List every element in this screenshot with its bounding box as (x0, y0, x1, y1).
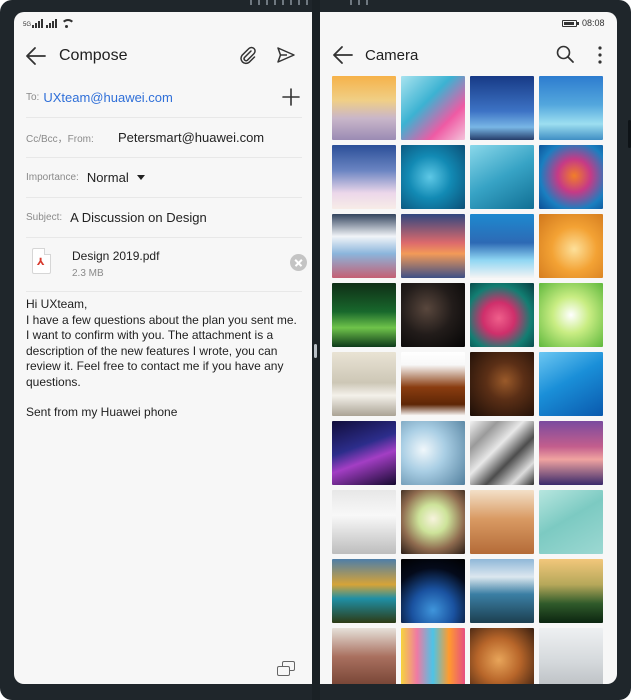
water-ripple-photo[interactable] (401, 421, 465, 485)
more-options-icon[interactable] (592, 44, 608, 66)
white-orchid-photo[interactable] (332, 490, 396, 554)
to-label: To: (26, 92, 40, 103)
subject-field[interactable]: Subject: A Discussion on Design (26, 198, 302, 238)
to-field[interactable]: To: UXteam@huawei.com (26, 78, 302, 118)
wifi-icon (60, 18, 76, 28)
green-leaves-photo[interactable] (332, 283, 396, 347)
sunset-coast-photo[interactable] (401, 214, 465, 278)
purple-streak-photo[interactable] (332, 421, 396, 485)
importance-field[interactable]: Importance: Normal (26, 158, 302, 198)
ccbcc-from-label: Cc/Bcc，From: (26, 134, 94, 145)
multi-window-icon[interactable] (277, 661, 297, 679)
hinge-edge-mark (258, 0, 260, 5)
hinge-edge-mark (306, 0, 308, 5)
hinge-edge-mark (350, 0, 352, 5)
hinge-edge-mark (290, 0, 292, 5)
compose-app-bar: Compose (14, 36, 312, 76)
hinge-edge-mark (266, 0, 268, 5)
from-address[interactable]: Petersmart@huawei.com (118, 130, 264, 145)
tea-cup-photo[interactable] (470, 490, 534, 554)
pink-flowers-photo[interactable] (470, 283, 534, 347)
body-paragraph: I have a few questions about the plan yo… (26, 312, 297, 389)
remove-attachment-icon[interactable] (290, 254, 307, 271)
hinge-edge-mark (274, 0, 276, 5)
status-time: 08:08 (582, 18, 605, 28)
pink-ice-photo[interactable] (401, 76, 465, 140)
add-recipient-icon[interactable] (280, 86, 302, 108)
pool-water-photo[interactable] (539, 490, 603, 554)
to-recipient[interactable]: UXteam@huawei.com (43, 90, 173, 105)
network-label: 5G (23, 22, 32, 28)
snowy-branches-photo[interactable] (539, 628, 603, 684)
send-icon[interactable] (275, 44, 297, 66)
signature-line: Sent from my Huawei phone (26, 405, 178, 419)
mountain-lake-photo[interactable] (332, 214, 396, 278)
greeting-line: Hi UXteam, (26, 297, 88, 311)
attachment-size: 2.3 MB (72, 268, 104, 279)
dark-portrait-photo[interactable] (401, 283, 465, 347)
hinge-edge-mark (298, 0, 300, 5)
golden-petals-photo[interactable] (539, 214, 603, 278)
smoke-splash-photo[interactable] (539, 145, 603, 209)
subject-input[interactable]: A Discussion on Design (70, 210, 207, 225)
compose-title: Compose (59, 47, 128, 64)
search-icon[interactable] (555, 44, 575, 64)
message-body[interactable]: Hi UXteam, I have a few questions about … (26, 297, 302, 421)
status-bar: 5G (14, 12, 312, 36)
bread-photo[interactable] (470, 628, 534, 684)
ccbcc-from-field[interactable]: Cc/Bcc，From: Petersmart@huawei.com (26, 118, 302, 158)
dropdown-caret-icon[interactable] (136, 175, 145, 180)
hinge-edge-mark (366, 0, 368, 5)
attachment-name: Design 2019.pdf (72, 249, 160, 263)
calm-lake-photo[interactable] (539, 76, 603, 140)
earth-from-space-photo[interactable] (401, 559, 465, 623)
back-arrow-icon[interactable] (24, 46, 48, 66)
hinge-edge-mark (250, 0, 252, 5)
drink-still-photo[interactable] (401, 490, 465, 554)
compose-pane: 5G Compose To: UXteam@huawei.com Cc/Bcc，… (14, 12, 312, 684)
blue-curves-photo[interactable] (539, 352, 603, 416)
back-arrow-icon[interactable] (331, 45, 355, 65)
boat-aerial-photo[interactable] (401, 145, 465, 209)
blue-shore-photo[interactable] (470, 214, 534, 278)
violin-closeup-photo[interactable] (470, 352, 534, 416)
status-bar-right: 08:08 (562, 18, 605, 28)
pier-sunset-photo[interactable] (539, 421, 603, 485)
pine-forest-photo[interactable] (539, 559, 603, 623)
device-frame: 5G Compose To: UXteam@huawei.com Cc/Bcc，… (0, 0, 631, 700)
macarons-photo[interactable] (401, 628, 465, 684)
compose-form: To: UXteam@huawei.com Cc/Bcc，From: Peter… (26, 78, 307, 292)
autumn-valley-photo[interactable] (332, 559, 396, 623)
cabin-photo[interactable] (332, 628, 396, 684)
winter-shore-photo[interactable] (332, 145, 396, 209)
paperclip-icon[interactable] (236, 44, 258, 66)
importance-label: Importance: (26, 172, 79, 183)
fold-hinge (312, 0, 320, 700)
gallery-pane: 08:08 Camera (320, 12, 617, 684)
violin-photo[interactable] (401, 352, 465, 416)
signal-icon (32, 19, 44, 28)
importance-dropdown[interactable]: Normal (87, 170, 129, 185)
split-handle[interactable] (314, 344, 317, 358)
metal-lines-photo[interactable] (470, 421, 534, 485)
night-sky-photo[interactable] (470, 76, 534, 140)
living-room-photo[interactable] (332, 352, 396, 416)
battery-icon (562, 19, 579, 27)
hinge-edge-mark (358, 0, 360, 5)
hinge-edge-mark (282, 0, 284, 5)
alpine-lake-photo[interactable] (470, 559, 534, 623)
attachment-item[interactable]: ⅄ Design 2019.pdf 2.3 MB (26, 238, 307, 292)
pdf-file-icon: ⅄ (32, 248, 51, 274)
sunset-clouds-photo[interactable] (332, 76, 396, 140)
signal-icon (46, 19, 58, 28)
wave-curve-photo[interactable] (470, 145, 534, 209)
subject-label: Subject: (26, 212, 63, 223)
album-title: Camera (365, 47, 419, 64)
bright-leaves-photo[interactable] (539, 283, 603, 347)
photo-grid (332, 76, 605, 684)
